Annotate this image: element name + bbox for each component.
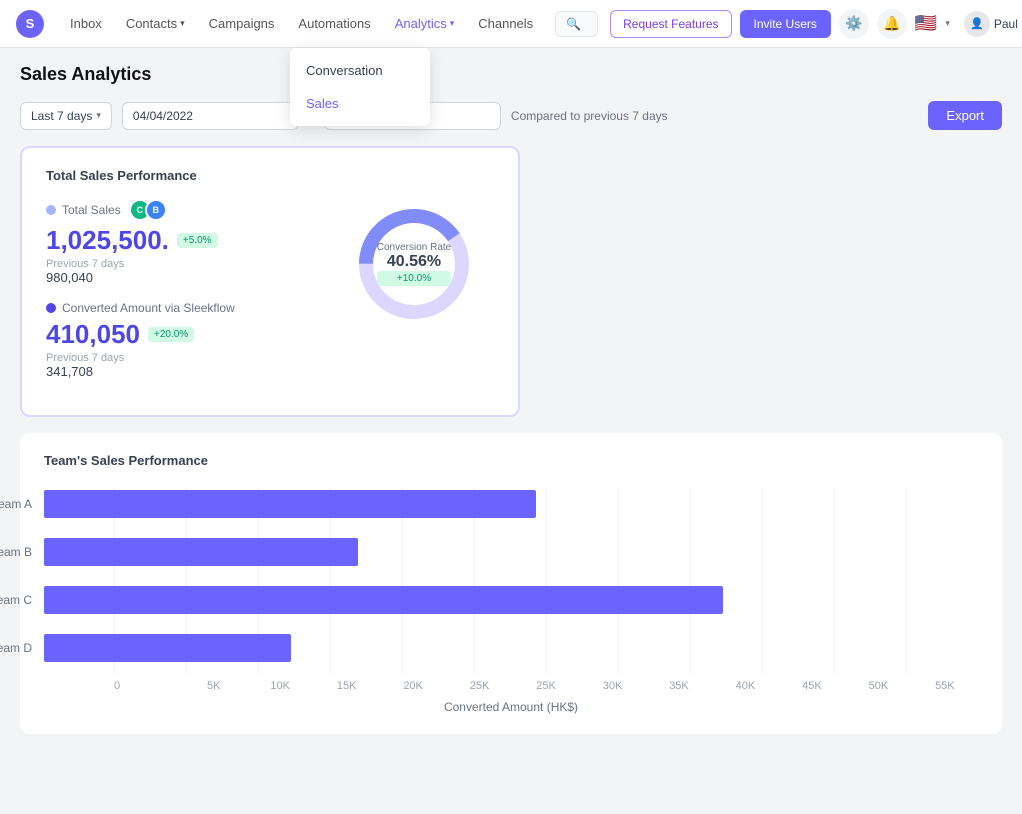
nav-campaigns[interactable]: Campaigns — [199, 10, 285, 37]
request-features-button[interactable]: Request Features — [610, 10, 731, 38]
page-title: Sales Analytics — [20, 64, 1002, 85]
period-filter[interactable]: Last 7 days ▾ — [20, 102, 112, 130]
total-sales-prev-label: Previous 7 days — [46, 258, 304, 270]
compared-text: Compared to previous 7 days — [511, 109, 668, 123]
dropdown-conversation[interactable]: Conversation — [290, 54, 430, 87]
user-menu-button[interactable]: 👤 Paul ▾ — [958, 7, 1022, 41]
team-sales-card: Team's Sales Performance Team A — [20, 433, 1002, 734]
donut-value: 40.56% — [377, 253, 451, 271]
x-tick-10k: 10K — [247, 680, 313, 692]
period-chevron-icon: ▾ — [96, 110, 101, 121]
bar-row-team-b: Team B — [44, 536, 978, 568]
team-d-label: Team D — [0, 641, 44, 655]
x-tick-35k: 35K — [646, 680, 712, 692]
total-sales-badge: +5.0% — [177, 233, 218, 248]
search-box[interactable]: 🔍 — [555, 11, 598, 37]
converted-prev-label: Previous 7 days — [46, 352, 304, 364]
search-icon: 🔍 — [566, 17, 581, 31]
avatar: 👤 — [964, 11, 990, 37]
x-tick-20k: 20K — [380, 680, 446, 692]
app-logo[interactable]: S — [16, 10, 44, 38]
sales-card-title: Total Sales Performance — [46, 168, 494, 183]
x-tick-45k: 45K — [779, 680, 845, 692]
team-d-track — [44, 632, 978, 664]
notifications-icon-button[interactable]: 🔔 — [877, 9, 907, 39]
converted-prev-value: 341,708 — [46, 364, 304, 379]
analytics-dropdown-menu: Conversation Sales — [290, 48, 430, 126]
nav-actions: Request Features Invite Users ⚙️ 🔔 🇺🇸 ▾ … — [610, 7, 1022, 41]
team-b-bar — [44, 538, 358, 566]
donut-chart-container: Conversion Rate 40.56% +10.0% — [334, 199, 494, 329]
donut-chart: Conversion Rate 40.56% +10.0% — [349, 199, 479, 329]
bar-row-team-c: Team C — [44, 584, 978, 616]
x-ticks-row: 0 5K 10K 15K 20K 25K 25K 30K 35K 40K 45K… — [114, 680, 978, 692]
x-tick-25k-2: 25K — [513, 680, 579, 692]
total-sales-metric: Total Sales C B 1,025,500. +5.0% Previou… — [46, 199, 304, 285]
bar-row-team-a: Team A — [44, 488, 978, 520]
team-card-title: Team's Sales Performance — [44, 453, 978, 468]
date-from-input[interactable] — [122, 102, 299, 130]
dropdown-sales[interactable]: Sales — [290, 87, 430, 120]
x-axis-label: Converted Amount (HK$) — [44, 700, 978, 714]
invite-users-button[interactable]: Invite Users — [740, 10, 831, 38]
page-content: Sales Analytics Last 7 days ▾ → Compared… — [0, 48, 1022, 750]
x-tick-55k: 55K — [912, 680, 978, 692]
total-sales-card: Total Sales Performance Total Sales C B … — [20, 146, 520, 417]
converted-label: Converted Amount via Sleekflow — [46, 301, 304, 315]
team-a-bar — [44, 490, 536, 518]
team-c-label: Team C — [0, 593, 44, 607]
top-nav: S Inbox Contacts ▾ Campaigns Automations… — [0, 0, 1022, 48]
x-tick-15k: 15K — [313, 680, 379, 692]
chart-wrapper: Team A Team B Team C Team D — [44, 488, 978, 714]
metric-avatars: C B — [129, 199, 167, 221]
nav-contacts[interactable]: Contacts ▾ — [116, 10, 195, 37]
team-b-track — [44, 536, 978, 568]
nav-channels[interactable]: Channels — [468, 10, 543, 37]
language-flag[interactable]: 🇺🇸 — [915, 13, 937, 34]
contacts-chevron-icon: ▾ — [180, 18, 185, 29]
x-tick-30k: 30K — [579, 680, 645, 692]
team-a-label: Team A — [0, 497, 44, 511]
bar-row-team-d: Team D — [44, 632, 978, 664]
team-c-track — [44, 584, 978, 616]
nav-automations[interactable]: Automations — [288, 10, 380, 37]
team-d-bar — [44, 634, 291, 662]
x-tick-50k: 50K — [845, 680, 911, 692]
x-tick-25k-1: 25K — [446, 680, 512, 692]
team-b-label: Team B — [0, 545, 44, 559]
x-tick-5k: 5K — [180, 680, 246, 692]
donut-title: Conversion Rate — [377, 242, 451, 253]
converted-metric: Converted Amount via Sleekflow 410,050 +… — [46, 301, 304, 379]
donut-badge: +10.0% — [377, 271, 451, 286]
total-sales-dot — [46, 205, 56, 215]
filters-row: Last 7 days ▾ → Compared to previous 7 d… — [20, 101, 1002, 130]
analytics-chevron-icon: ▾ — [450, 18, 455, 29]
avatar-b: B — [145, 199, 167, 221]
sales-metrics: Total Sales C B 1,025,500. +5.0% Previou… — [46, 199, 304, 395]
nav-analytics[interactable]: Analytics ▾ — [385, 10, 465, 37]
x-axis: 0 5K 10K 15K 20K 25K 25K 30K 35K 40K 45K… — [44, 680, 978, 692]
export-button[interactable]: Export — [928, 101, 1002, 130]
team-a-track — [44, 488, 978, 520]
x-tick-0: 0 — [114, 680, 180, 692]
total-sales-value: 1,025,500. +5.0% — [46, 225, 304, 256]
x-tick-40k: 40K — [712, 680, 778, 692]
sales-card-content: Total Sales C B 1,025,500. +5.0% Previou… — [46, 199, 494, 395]
language-chevron-icon[interactable]: ▾ — [945, 18, 950, 29]
donut-label: Conversion Rate 40.56% +10.0% — [377, 242, 451, 286]
nav-inbox[interactable]: Inbox — [60, 10, 112, 37]
team-c-bar — [44, 586, 723, 614]
total-sales-prev-value: 980,040 — [46, 270, 304, 285]
converted-value: 410,050 +20.0% — [46, 319, 304, 350]
converted-dot — [46, 303, 56, 313]
total-sales-label: Total Sales C B — [46, 199, 304, 221]
nav-items: Inbox Contacts ▾ Campaigns Automations A… — [60, 10, 543, 37]
converted-badge: +20.0% — [148, 327, 194, 342]
settings-icon-button[interactable]: ⚙️ — [839, 9, 869, 39]
